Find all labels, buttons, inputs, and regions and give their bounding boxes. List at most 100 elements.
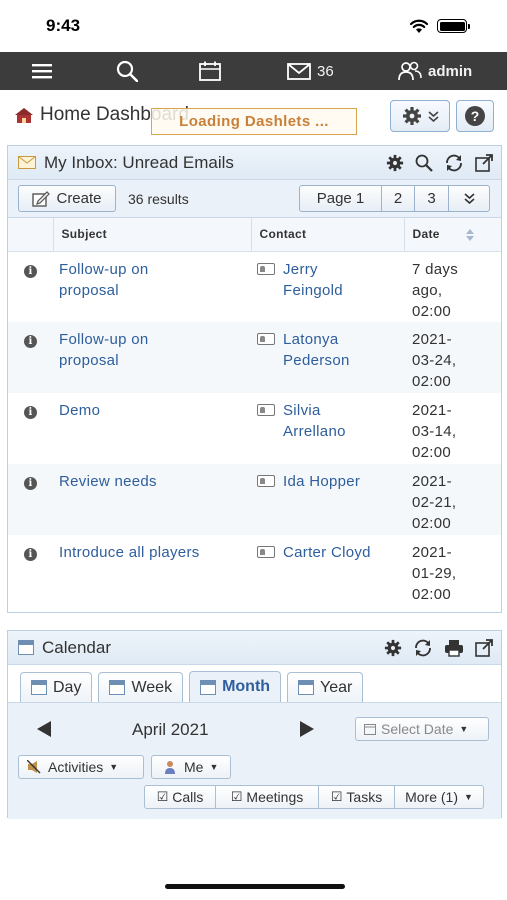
refresh-icon[interactable] [413, 639, 433, 657]
contact-cell: Latonya Pederson [251, 322, 404, 393]
help-icon: ? [465, 106, 485, 126]
contact-card-icon [257, 404, 275, 416]
prev-month-arrow[interactable] [36, 721, 52, 737]
contact-link[interactable]: Ida Hopper [283, 471, 360, 492]
inbox-dashlet: My Inbox: Unread Emails Create 36 result… [7, 145, 502, 613]
checkbox-icon: ☑ [230, 789, 243, 804]
svg-text:?: ? [471, 108, 480, 124]
info-icon[interactable]: i [24, 264, 37, 278]
info-cell: i [8, 322, 53, 393]
contact-card-icon [257, 475, 275, 487]
person-icon [165, 761, 175, 774]
search-icon [116, 60, 138, 82]
contact-card-icon [257, 333, 275, 345]
create-button[interactable]: Create [18, 185, 116, 212]
col-date-header[interactable]: Date [404, 218, 501, 252]
calendar-nav-button[interactable] [199, 52, 221, 90]
calendar-dashlet-header: Calendar [8, 631, 501, 665]
mail-icon [287, 62, 311, 80]
dashboard-header: Home Dashboard Loading Dashlets ... ? [0, 92, 507, 142]
contact-link[interactable]: Jerry Feingold [283, 259, 343, 301]
page-1-button[interactable]: Page 1 [299, 185, 382, 212]
table-row[interactable]: i Follow-up on proposal Latonya Pederson 2021… [8, 322, 501, 393]
table-row[interactable]: i Review needs Ida Hopper 2021- 02-21, 02:00 [8, 464, 501, 535]
col-contact-header[interactable]: Contact [251, 218, 405, 252]
more-pages-button[interactable] [448, 185, 490, 212]
home-icon [15, 107, 33, 123]
contact-cell: Jerry Feingold [251, 251, 404, 322]
subject-link[interactable]: Follow-up on proposal [59, 259, 251, 301]
mail-nav-button[interactable]: 36 [287, 52, 334, 90]
tasks-filter[interactable]: ☑ Tasks [318, 785, 395, 809]
search-icon[interactable] [415, 154, 433, 172]
gear-icon[interactable] [386, 154, 404, 172]
help-button[interactable]: ? [456, 100, 494, 132]
contact-link[interactable]: Silvia Arrellano [283, 400, 346, 442]
mute-icon [27, 760, 41, 774]
more-filters-label: More (1) [405, 789, 458, 805]
subject-link[interactable]: Review needs [59, 471, 251, 492]
refresh-icon[interactable] [444, 154, 464, 172]
user-filter-dropdown[interactable]: Me ▼ [151, 755, 231, 779]
info-cell: i [8, 464, 53, 535]
calendar-icon [199, 61, 221, 81]
info-icon[interactable]: i [24, 477, 37, 490]
subject-cell: Follow-up on proposal [53, 251, 251, 322]
subject-link[interactable]: Demo [59, 400, 251, 421]
menu-button[interactable] [32, 52, 52, 90]
user-filter-label: Me [184, 759, 204, 775]
contact-cell: Ida Hopper [251, 464, 404, 535]
table-row[interactable]: i Follow-up on proposal Jerry Feingold 7 days… [8, 251, 501, 322]
tab-week[interactable]: Week [98, 672, 184, 702]
caret-down-icon: ▼ [209, 762, 219, 772]
mail-count: 36 [317, 62, 334, 80]
chevron-double-down-icon [427, 110, 439, 122]
info-icon[interactable]: i [24, 406, 37, 419]
meetings-label: Meetings [246, 789, 304, 805]
subject-link[interactable]: Introduce all players [59, 542, 251, 563]
caret-down-icon: ▼ [109, 762, 119, 772]
contact-link[interactable]: Carter Cloyd [283, 542, 371, 563]
info-cell: i [8, 251, 53, 322]
select-date-dropdown[interactable]: Select Date ▼ [355, 717, 489, 741]
next-month-arrow[interactable] [299, 721, 315, 737]
info-icon[interactable]: i [24, 548, 37, 561]
external-link-icon[interactable] [475, 153, 493, 172]
subject-cell: Review needs [53, 464, 251, 535]
subject-link[interactable]: Follow-up on proposal [59, 329, 251, 371]
info-cell: i [8, 535, 53, 606]
info-icon[interactable]: i [24, 335, 37, 348]
activities-dropdown[interactable]: Activities ▼ [18, 755, 144, 779]
table-header-row: Subject Contact Date [8, 218, 501, 252]
tab-day[interactable]: Day [20, 672, 93, 702]
table-row[interactable]: i Introduce all players Carter Cloyd 2021- 0… [8, 535, 501, 606]
inbox-title: My Inbox: Unread Emails [44, 152, 234, 172]
search-button[interactable] [116, 52, 138, 90]
print-icon[interactable] [444, 639, 464, 657]
tab-year[interactable]: Year [287, 672, 364, 702]
battery-icon [437, 19, 470, 33]
meetings-filter[interactable]: ☑ Meetings [215, 785, 319, 809]
tab-month[interactable]: Month [189, 671, 282, 702]
calls-filter[interactable]: ☑ Calls [144, 785, 216, 809]
page-3-button[interactable]: 3 [414, 185, 449, 212]
user-menu[interactable]: admin [398, 52, 472, 90]
page-2-button[interactable]: 2 [381, 185, 415, 212]
subject-cell: Follow-up on proposal [53, 322, 251, 393]
gear-icon[interactable] [384, 639, 402, 657]
date-cell: 2021- 01-29, 02:00 [412, 544, 457, 603]
table-row[interactable]: i Demo Silvia Arrellano 2021- 03-14, 02:00 [8, 393, 501, 464]
contact-link[interactable]: Latonya Pederson [283, 329, 350, 371]
contact-card-icon [257, 262, 275, 275]
envelope-icon [18, 156, 36, 169]
chevron-double-down-icon [463, 193, 475, 204]
calendar-tabs: Day Week Month Year [8, 665, 501, 703]
external-link-icon[interactable] [475, 638, 493, 657]
calendar-dashlet: Calendar Day Week Month Year April 2021 … [7, 630, 502, 819]
more-filters-dropdown[interactable]: More (1) ▼ [394, 785, 484, 809]
dashboard-settings-button[interactable] [390, 100, 450, 132]
col-subject-header[interactable]: Subject [53, 218, 252, 252]
home-indicator[interactable] [165, 884, 345, 889]
calendar-icon [109, 680, 126, 695]
select-date-label: Select Date [381, 721, 454, 737]
